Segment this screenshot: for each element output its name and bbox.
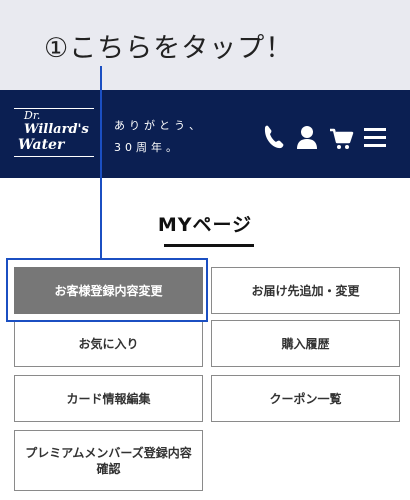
tagline-line-2: 30周年。	[114, 141, 181, 154]
page-title: MYページ	[157, 214, 253, 236]
card-info-button[interactable]: カード情報編集	[14, 375, 203, 422]
brand-logo[interactable]: Dr. Willard's Water	[14, 108, 96, 160]
cart-icon[interactable]	[328, 122, 354, 152]
purchase-history-button[interactable]: 購入履歴	[211, 320, 400, 367]
highlight-box	[6, 258, 208, 322]
tagline-line-1: ありがとう、	[114, 119, 204, 132]
favorites-button[interactable]: お気に入り	[14, 320, 203, 367]
logo-line-3: Water	[18, 137, 65, 153]
phone-icon[interactable]	[260, 122, 286, 152]
instruction-text: ①こちらをタップ！	[44, 33, 294, 64]
menu-icon[interactable]	[362, 122, 388, 152]
coupon-list-button[interactable]: クーポン一覧	[211, 375, 400, 422]
logo-line-1: Dr.	[24, 109, 41, 122]
tagline: ありがとう、 30周年。	[114, 115, 204, 159]
user-icon[interactable]	[294, 122, 320, 152]
premium-members-button[interactable]: プレミアムメンバーズ登録内容確認	[14, 430, 203, 491]
delivery-address-button[interactable]: お届け先追加・変更	[211, 267, 400, 314]
callout-line	[100, 66, 102, 259]
title-underline	[164, 244, 254, 247]
logo-line-2: Willard's	[24, 122, 89, 137]
